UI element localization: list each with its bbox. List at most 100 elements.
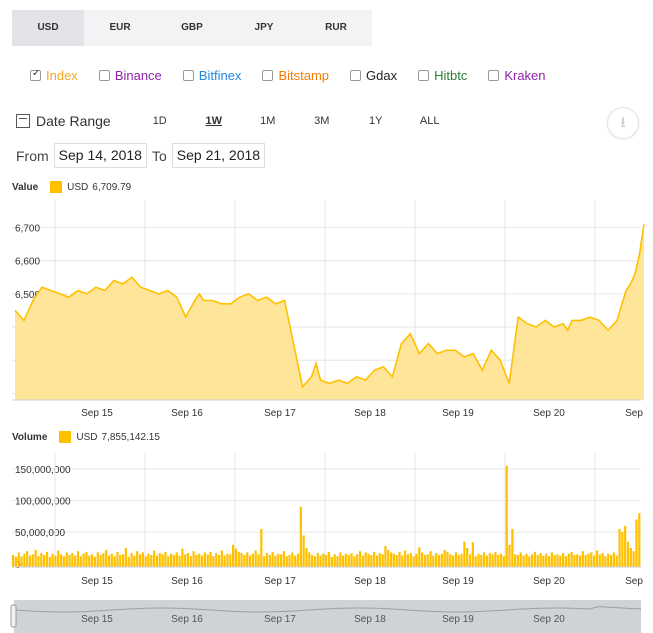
volume-bar bbox=[336, 556, 339, 567]
volume-bar bbox=[268, 554, 271, 567]
volume-bar bbox=[229, 554, 232, 567]
volume-bar bbox=[28, 555, 32, 567]
volume-bar bbox=[71, 553, 74, 567]
volume-bar bbox=[153, 550, 156, 567]
value-x-tick-label: Sep 20 bbox=[533, 408, 565, 419]
volume-bar bbox=[344, 553, 348, 567]
volume-bar bbox=[367, 553, 370, 567]
navigator-tick-label: Sep 19 bbox=[442, 614, 474, 625]
volume-bar bbox=[217, 554, 221, 567]
navigator-left-handle bbox=[10, 604, 17, 628]
volume-x-tick-label: Sep 16 bbox=[171, 576, 203, 587]
volume-bar bbox=[14, 556, 18, 567]
volume-bar bbox=[460, 553, 463, 567]
volume-bar bbox=[172, 554, 175, 567]
navigator-tick-label: Sep 20 bbox=[533, 614, 565, 625]
volume-bar bbox=[23, 553, 26, 567]
volume-bar bbox=[449, 554, 452, 567]
volume-bar bbox=[519, 552, 522, 567]
volume-bar bbox=[514, 554, 517, 567]
volume-bar bbox=[76, 551, 80, 567]
volume-bar bbox=[68, 554, 71, 567]
volume-bar bbox=[43, 554, 46, 567]
volume-bar bbox=[584, 554, 587, 567]
volume-bar bbox=[418, 547, 421, 567]
volume-bar bbox=[485, 555, 489, 567]
volume-bar bbox=[136, 551, 139, 567]
volume-bar bbox=[299, 506, 302, 567]
volume-bar bbox=[195, 554, 198, 567]
volume-bar bbox=[471, 542, 474, 567]
volume-bar bbox=[110, 553, 113, 567]
volume-bar bbox=[113, 556, 116, 567]
volume-bar bbox=[313, 556, 317, 567]
volume-bar bbox=[593, 555, 596, 567]
volume-bar bbox=[240, 553, 243, 567]
volume-bar bbox=[590, 552, 593, 567]
volume-bar bbox=[347, 554, 350, 567]
volume-bar bbox=[632, 551, 635, 567]
volume-bar bbox=[164, 551, 167, 567]
volume-bar bbox=[169, 553, 173, 567]
volume-bar bbox=[127, 556, 130, 567]
volume-bar bbox=[279, 554, 283, 567]
volume-bar bbox=[57, 550, 60, 567]
volume-bar bbox=[387, 549, 390, 567]
volume-bar bbox=[147, 553, 150, 567]
volume-bar bbox=[429, 551, 432, 567]
volume-bar bbox=[415, 553, 418, 567]
volume-bar bbox=[615, 555, 618, 567]
volume-bar bbox=[398, 551, 401, 567]
volume-bar bbox=[232, 544, 235, 567]
volume-bar bbox=[587, 553, 590, 567]
volume-bar bbox=[378, 553, 381, 567]
volume-bar bbox=[536, 554, 539, 567]
volume-bar bbox=[435, 553, 438, 567]
volume-bar bbox=[454, 552, 458, 567]
volume-bar bbox=[220, 550, 223, 567]
volume-bar bbox=[573, 554, 576, 567]
volume-bar bbox=[409, 553, 412, 567]
volume-bar bbox=[395, 554, 398, 567]
volume-bar bbox=[545, 553, 548, 567]
volume-bar bbox=[48, 556, 51, 567]
volume-bar bbox=[141, 552, 144, 567]
volume-bar bbox=[26, 551, 29, 567]
volume-bar bbox=[291, 552, 294, 567]
volume-bar bbox=[192, 551, 195, 567]
volume-bar bbox=[296, 553, 300, 567]
volume-bar bbox=[223, 555, 226, 567]
volume-bar bbox=[491, 554, 494, 567]
volume-bar bbox=[37, 556, 40, 567]
volume-bar bbox=[107, 555, 111, 567]
volume-bar bbox=[629, 548, 632, 567]
volume-bar bbox=[150, 554, 153, 567]
volume-bar bbox=[263, 556, 266, 567]
volume-bar bbox=[547, 556, 551, 567]
volume-y-tick-label: 50,000,000 bbox=[15, 528, 65, 539]
volume-bar bbox=[392, 553, 396, 567]
volume-bar bbox=[93, 556, 97, 567]
volume-bar bbox=[525, 553, 528, 567]
volume-bar bbox=[189, 556, 192, 567]
volume-bar bbox=[327, 551, 331, 567]
volume-bar bbox=[570, 551, 573, 567]
volume-bar bbox=[406, 554, 410, 567]
volume-x-tick-label: Sep 18 bbox=[354, 576, 386, 587]
volume-bar bbox=[325, 554, 328, 567]
volume-bar bbox=[74, 555, 77, 567]
volume-bar bbox=[370, 554, 373, 567]
volume-bar bbox=[285, 556, 288, 567]
volume-bar bbox=[122, 554, 125, 567]
volume-bar bbox=[432, 555, 435, 567]
volume-bar bbox=[373, 551, 376, 567]
volume-bar bbox=[119, 554, 122, 567]
value-x-tick-label: Sep 18 bbox=[354, 408, 386, 419]
value-x-tick-label: Sep 15 bbox=[81, 408, 113, 419]
volume-x-tick-label: Sep 19 bbox=[442, 576, 474, 587]
volume-bar bbox=[477, 553, 480, 567]
volume-y-tick-label: 100,000,000 bbox=[15, 497, 71, 508]
volume-bar bbox=[51, 553, 54, 567]
volume-bar bbox=[522, 555, 525, 567]
volume-bar bbox=[105, 549, 108, 567]
